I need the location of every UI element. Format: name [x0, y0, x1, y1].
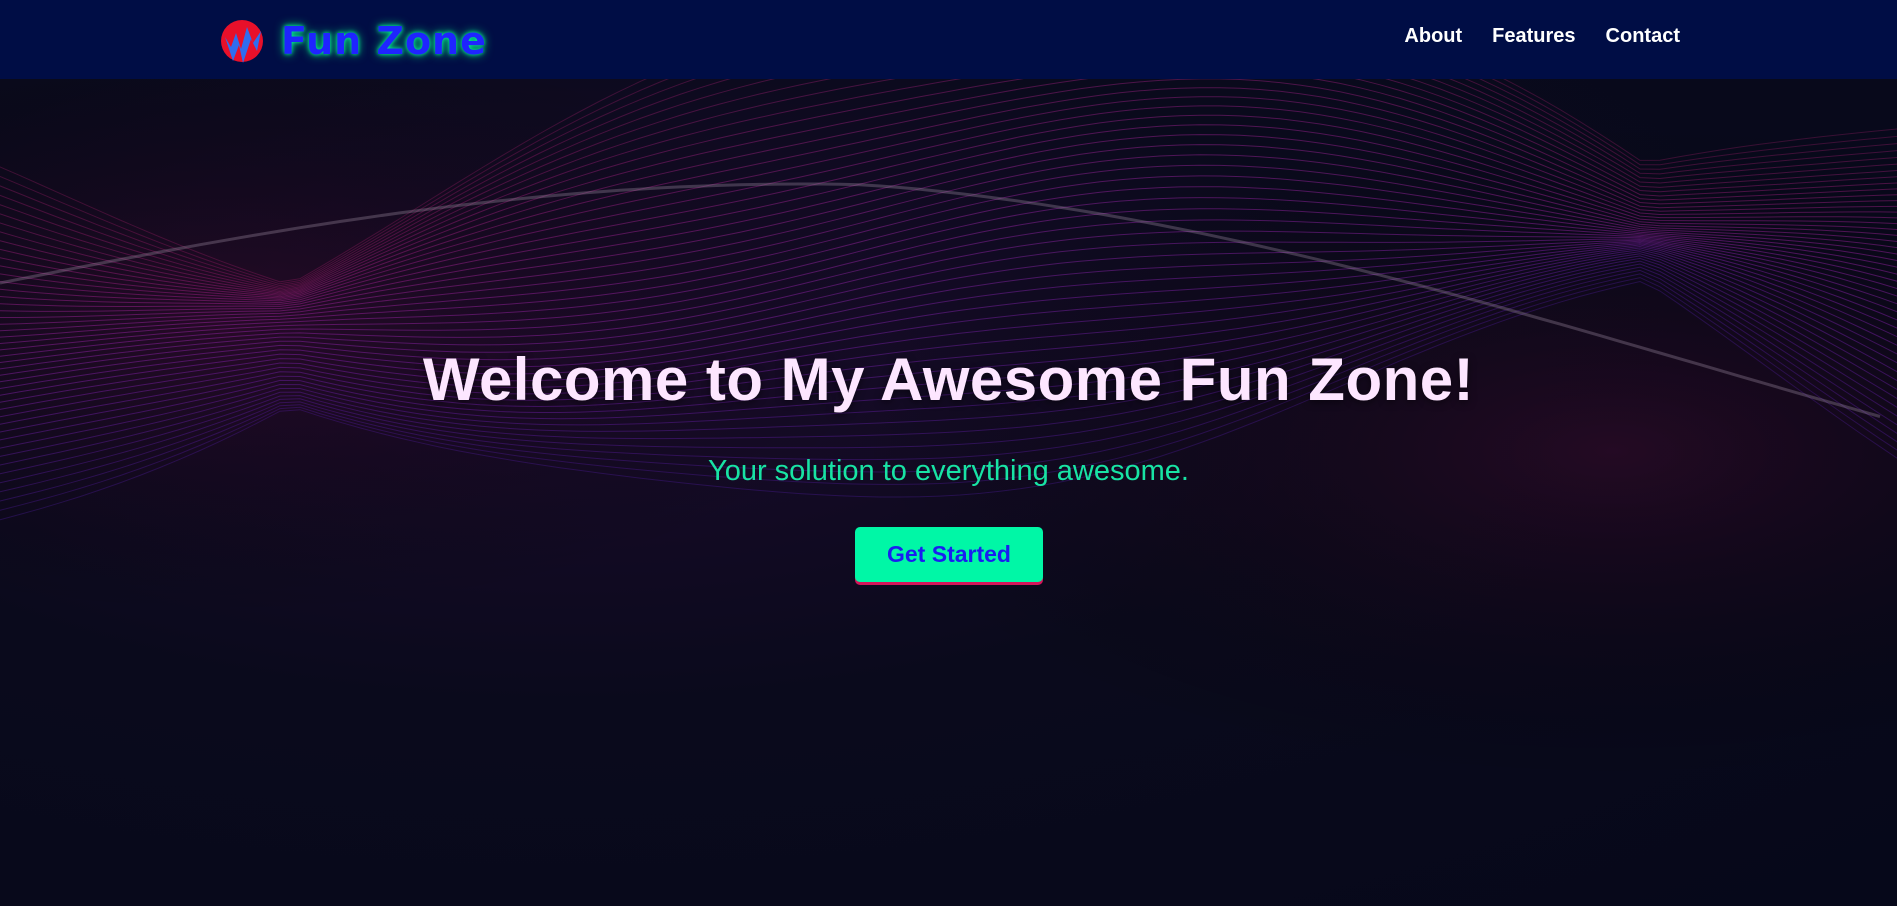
- get-started-button[interactable]: Get Started: [855, 527, 1043, 582]
- page: Fun Zone About Features Contact Welcome …: [0, 0, 1897, 906]
- hero-section: Welcome to My Awesome Fun Zone! Your sol…: [0, 79, 1897, 906]
- navbar: Fun Zone About Features Contact: [0, 0, 1897, 79]
- nav-features[interactable]: Features: [1492, 25, 1575, 48]
- brand-name: Fun Zone: [281, 19, 487, 63]
- nav-contact[interactable]: Contact: [1606, 25, 1680, 48]
- hero-subtitle: Your solution to everything awesome.: [708, 455, 1189, 487]
- logo[interactable]: Fun Zone: [219, 17, 487, 69]
- nav-menu: About Features Contact: [1404, 25, 1680, 48]
- nav-about[interactable]: About: [1404, 25, 1462, 48]
- hero-title: Welcome to My Awesome Fun Zone!: [422, 346, 1475, 413]
- lightning-w-logo-icon: [221, 20, 263, 63]
